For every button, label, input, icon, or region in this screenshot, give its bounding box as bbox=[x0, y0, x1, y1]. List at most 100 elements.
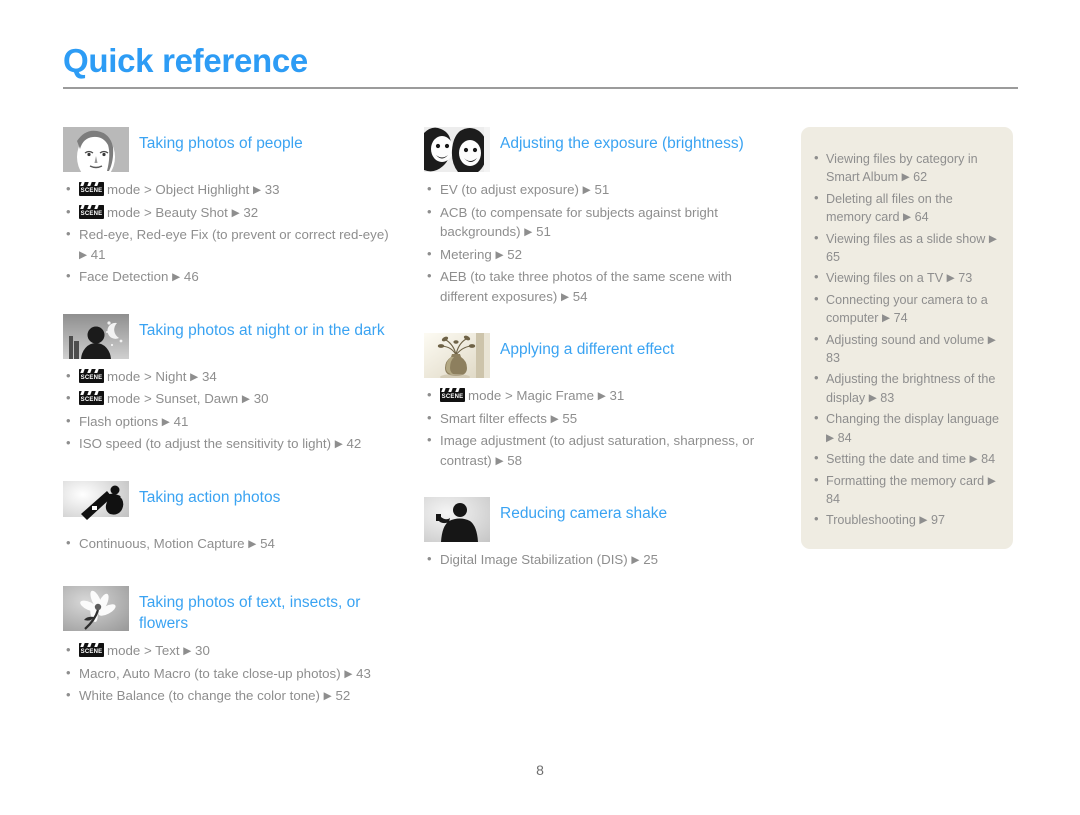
section-header: Reducing camera shake bbox=[424, 497, 769, 543]
page-arrow-icon: ▶ bbox=[560, 290, 570, 303]
reference-section: Taking photos of text, insects, or flowe… bbox=[63, 586, 393, 731]
night-scene-thumbnail bbox=[63, 313, 129, 359]
page-arrow-icon: ▶ bbox=[161, 415, 170, 428]
page-arrow-icon: ▶ bbox=[919, 514, 928, 527]
reference-item[interactable]: Face Detection ▶ 46 bbox=[63, 266, 393, 288]
page-ref: 32 bbox=[243, 204, 259, 220]
column-right: Viewing files by category in Smart Album… bbox=[801, 127, 1013, 549]
section-item-list: SCENEmode > Object Highlight ▶ 33SCENEmo… bbox=[63, 179, 393, 288]
reference-item[interactable]: ACB (to compensate for subjects against … bbox=[424, 202, 769, 243]
reference-item-text: mode > Beauty Shot bbox=[107, 204, 228, 220]
column-middle: Adjusting the exposure (brightness) EV (t… bbox=[424, 127, 769, 603]
scene-mode-icon: SCENE bbox=[440, 388, 465, 402]
page-ref: 54 bbox=[572, 288, 588, 304]
quick-link-item[interactable]: Setting the date and time ▶ 84 bbox=[811, 449, 999, 468]
reference-item[interactable]: SCENEmode > Sunset, Dawn ▶ 30 bbox=[63, 388, 393, 410]
reference-item[interactable]: Digital Image Stabilization (DIS) ▶ 25 bbox=[424, 549, 769, 571]
portrait-face-thumbnail bbox=[63, 127, 129, 172]
reference-item-text: Metering bbox=[440, 246, 492, 262]
reference-item[interactable]: ISO speed (to adjust the sensitivity to … bbox=[63, 433, 393, 455]
quick-link-item[interactable]: Deleting all files on the memory card ▶ … bbox=[811, 189, 999, 227]
quick-links-list: Viewing files by category in Smart Album… bbox=[811, 149, 999, 530]
page-arrow-icon: ▶ bbox=[826, 431, 835, 444]
scene-mode-icon: SCENE bbox=[79, 182, 104, 196]
quick-link-text: Changing the display language bbox=[826, 412, 999, 427]
reference-item[interactable]: White Balance (to change the color tone)… bbox=[63, 685, 393, 707]
reference-item-text: Continuous, Motion Capture bbox=[79, 535, 245, 551]
quick-link-item[interactable]: Formatting the memory card ▶ 84 bbox=[811, 471, 999, 509]
quick-link-text: Viewing files as a slide show bbox=[826, 231, 986, 246]
reference-item-text: mode > Night bbox=[107, 368, 187, 384]
page-ref: 52 bbox=[507, 246, 523, 262]
quick-link-text: Setting the date and time bbox=[826, 452, 967, 467]
quick-link-item[interactable]: Viewing files as a slide show ▶ 65 bbox=[811, 229, 999, 267]
reference-item[interactable]: SCENEmode > Object Highlight ▶ 33 bbox=[63, 179, 393, 201]
page-ref: 58 bbox=[507, 452, 523, 468]
reference-item-text: Digital Image Stabilization (DIS) bbox=[440, 552, 628, 567]
quick-link-item[interactable]: Adjusting the brightness of the display … bbox=[811, 369, 999, 407]
page-arrow-icon: ▶ bbox=[550, 412, 559, 425]
reference-section: Taking photos of people SCENEmode > Objec… bbox=[63, 127, 393, 312]
reference-item[interactable]: Continuous, Motion Capture ▶ 54 bbox=[63, 533, 393, 555]
page-ref: 74 bbox=[893, 311, 908, 326]
page-ref: 84 bbox=[981, 452, 996, 467]
page-ref: 41 bbox=[90, 246, 106, 262]
reference-item[interactable]: Flash options ▶ 41 bbox=[63, 411, 393, 433]
section-header: Taking photos at night or in the dark bbox=[63, 313, 393, 360]
quick-link-item[interactable]: Troubleshooting ▶ 97 bbox=[811, 510, 999, 529]
reference-item-text: EV (to adjust exposure) bbox=[440, 182, 579, 197]
scene-mode-icon: SCENE bbox=[79, 204, 104, 219]
reference-item[interactable]: Macro, Auto Macro (to take close-up phot… bbox=[63, 663, 393, 685]
reference-item[interactable]: Red-eye, Red-eye Fix (to prevent or corr… bbox=[63, 224, 393, 265]
quick-link-item[interactable]: Viewing files on a TV ▶ 73 bbox=[811, 268, 999, 287]
page-arrow-icon: ▶ bbox=[323, 690, 332, 702]
section-item-list: SCENEmode > Magic Frame ▶ 31Smart filter… bbox=[424, 385, 769, 471]
page-ref: 34 bbox=[201, 368, 217, 384]
page-ref: 84 bbox=[826, 491, 841, 506]
quick-link-item[interactable]: Changing the display language ▶ 84 bbox=[811, 409, 999, 447]
quick-link-item[interactable]: Viewing files by category in Smart Album… bbox=[811, 149, 999, 187]
quick-link-text: Troubleshooting bbox=[826, 513, 916, 528]
page-ref: 73 bbox=[958, 271, 973, 286]
reference-item-text: Image adjustment (to adjust saturation, … bbox=[440, 433, 755, 468]
page-ref: 55 bbox=[562, 410, 578, 426]
page-ref: 42 bbox=[346, 436, 362, 451]
page-arrow-icon: ▶ bbox=[183, 645, 192, 657]
page-arrow-icon: ▶ bbox=[231, 206, 240, 219]
reference-item-text: ACB (to compensate for subjects against … bbox=[440, 204, 718, 240]
reference-item[interactable]: Smart filter effects ▶ 55 bbox=[424, 408, 769, 430]
reference-item-text: Flash options bbox=[79, 413, 159, 429]
page-arrow-icon: ▶ bbox=[969, 453, 978, 466]
flower-macro-thumbnail bbox=[63, 586, 129, 631]
quick-link-item[interactable]: Adjusting sound and volume ▶ 83 bbox=[811, 330, 999, 368]
section-item-list: SCENEmode > Text ▶ 30 Macro, Auto Macro (… bbox=[63, 640, 393, 707]
page-ref: 84 bbox=[837, 430, 852, 445]
page-ref: 83 bbox=[880, 390, 895, 405]
reference-item[interactable]: SCENEmode > Night ▶ 34 bbox=[63, 366, 393, 388]
reference-section: Taking action photos Continuous, Motion C… bbox=[63, 480, 393, 585]
reference-section: Reducing camera shake Digital Image Stabi… bbox=[424, 497, 769, 601]
page-arrow-icon: ▶ bbox=[79, 248, 88, 261]
reference-item[interactable]: EV (to adjust exposure) ▶ 51 bbox=[424, 179, 769, 201]
reference-item[interactable]: Metering ▶ 52 bbox=[424, 244, 769, 266]
reference-item[interactable]: Image adjustment (to adjust saturation, … bbox=[424, 430, 769, 471]
reference-item[interactable]: AEB (to take three photos of the same sc… bbox=[424, 266, 769, 307]
reference-item-text: Red-eye, Red-eye Fix (to prevent or corr… bbox=[79, 227, 389, 242]
reference-item[interactable]: SCENEmode > Magic Frame ▶ 31 bbox=[424, 385, 769, 407]
page-ref: 30 bbox=[253, 391, 269, 406]
section-header: Taking action photos bbox=[63, 480, 393, 527]
scene-mode-icon: SCENE bbox=[79, 368, 104, 383]
reference-item[interactable]: SCENEmode > Beauty Shot ▶ 32 bbox=[63, 202, 393, 224]
reference-item[interactable]: SCENEmode > Text ▶ 30 bbox=[63, 640, 393, 662]
quick-link-item[interactable]: Connecting your camera to a computer ▶ 7… bbox=[811, 290, 999, 328]
page-ref: 46 bbox=[183, 269, 199, 284]
page-arrow-icon: ▶ bbox=[987, 474, 996, 487]
page-arrow-icon: ▶ bbox=[334, 438, 343, 450]
reference-item-text: mode > Sunset, Dawn bbox=[107, 391, 239, 406]
page-ref: 64 bbox=[914, 210, 929, 225]
